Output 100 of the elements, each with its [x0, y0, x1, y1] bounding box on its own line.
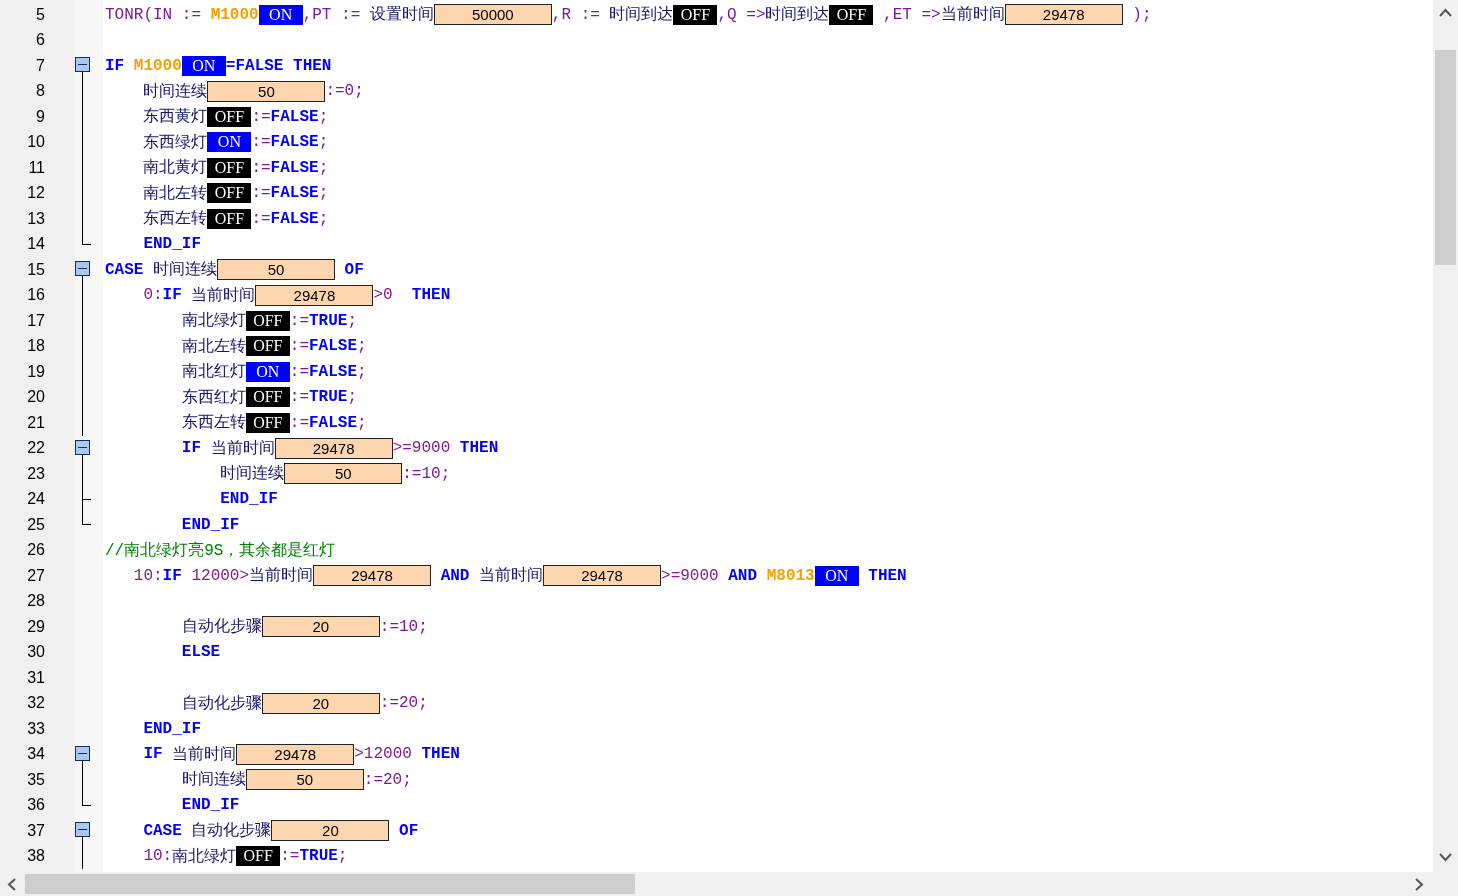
line-number: 32 [26, 694, 45, 713]
scroll-right-icon[interactable] [1415, 878, 1424, 891]
status-badge: OFF [245, 310, 290, 331]
collapse-icon[interactable] [75, 822, 90, 837]
code-text: 10: [142, 847, 173, 866]
variable-name: 东西红灯 [180, 387, 246, 408]
collapse-icon[interactable] [75, 57, 90, 72]
variable-name: 时间连续 [180, 770, 246, 791]
keyword: IF [180, 439, 202, 458]
variable-name: 东西左转 [180, 412, 246, 434]
status-badge: OFF [207, 208, 252, 229]
line-number: 28 [26, 592, 45, 611]
keyword: END_IF [219, 490, 278, 509]
keyword: ELSE [180, 643, 221, 662]
variable-name: 时间到达 [609, 5, 674, 26]
code-text: := [251, 133, 271, 152]
collapse-icon[interactable] [75, 745, 90, 761]
code-text: := [289, 413, 309, 432]
line-number: 5 [35, 5, 45, 24]
variable-name: 南北左转 [180, 336, 246, 357]
code-text: := [289, 311, 309, 330]
code-text: >=9000 [661, 566, 720, 585]
keyword: THEN [421, 745, 460, 764]
value-field: 50000 [433, 4, 552, 26]
code-text: ; [318, 209, 329, 228]
keyword: FALSE [309, 362, 358, 381]
keyword: END_IF [180, 515, 240, 534]
keyword: CASE [142, 821, 183, 840]
line-number: 18 [26, 337, 45, 356]
line-number: 29 [26, 617, 45, 636]
scroll-up-icon[interactable] [1439, 8, 1452, 17]
keyword: FALSE [270, 184, 319, 203]
code-text: :=10; [379, 617, 428, 636]
keyword: IF [162, 286, 183, 305]
variable-name: 自动化步骤 [180, 693, 262, 714]
code-text: ; [318, 184, 329, 203]
variable-name: 时间到达 [765, 5, 830, 26]
variable-name: 南北左转 [142, 183, 208, 204]
value-field: 50 [217, 259, 335, 281]
variable-name: 当前时间 [479, 566, 544, 587]
scrollbar-thumb[interactable] [1435, 50, 1456, 265]
value-field: 20 [271, 820, 390, 842]
scrollbar-thumb[interactable] [25, 874, 635, 894]
line-number: 31 [26, 668, 45, 687]
keyword: OF [343, 260, 364, 279]
variable-name: 自动化步骤 [180, 617, 262, 638]
line-number: 12 [26, 184, 45, 203]
line-number: 22 [26, 439, 45, 458]
collapse-icon[interactable] [75, 261, 90, 276]
variable-name: 南北红灯 [180, 362, 246, 383]
code-text: >0 [373, 286, 394, 305]
value-field: 50 [245, 769, 364, 791]
keyword: =FALSE THEN [225, 56, 332, 75]
code-text: ; [337, 847, 348, 866]
code-text: ; [347, 311, 358, 330]
status-badge: OFF [207, 157, 252, 178]
variable-name: 南北黄灯 [142, 158, 208, 179]
value-field: 29478 [274, 437, 393, 459]
keyword: IF [142, 745, 164, 764]
code-text: := [289, 388, 309, 407]
collapse-icon[interactable] [75, 439, 90, 455]
code-text: ,R := [551, 5, 601, 24]
status-badge: OFF [236, 846, 281, 867]
line-number: 9 [35, 107, 45, 126]
keyword: THEN [867, 566, 907, 585]
scroll-left-icon[interactable] [7, 878, 16, 891]
variable-name: 当前时间 [210, 438, 275, 459]
code-text: 0: [142, 286, 163, 305]
variable-name: 当前时间 [940, 5, 1005, 26]
scroll-down-icon[interactable] [1439, 853, 1452, 862]
vertical-scrollbar[interactable] [1433, 0, 1458, 896]
status-badge: OFF [673, 4, 718, 25]
variable-name: 当前时间 [191, 285, 256, 306]
line-number: 27 [26, 566, 45, 585]
line-number: 13 [26, 209, 45, 228]
code-text: ; [318, 107, 329, 126]
line-number: 20 [26, 388, 45, 407]
keyword: TRUE [299, 847, 338, 866]
variable-name: 时间连续 [142, 81, 208, 102]
line-number: 23 [26, 464, 45, 483]
line-number: 19 [26, 362, 45, 381]
code-text: := [251, 107, 271, 126]
line-number: 16 [26, 286, 45, 305]
code-text: ); [1131, 5, 1152, 24]
variable-name: 时间连续 [153, 260, 217, 281]
line-number: 33 [26, 719, 45, 738]
line-number: 24 [26, 490, 45, 509]
line-number: 35 [26, 770, 45, 789]
keyword: TRUE [309, 311, 348, 330]
value-field: 50 [207, 80, 326, 102]
value-field: 29478 [236, 743, 355, 765]
line-number: 11 [27, 158, 45, 177]
code-text: :=20; [363, 770, 412, 789]
horizontal-scrollbar[interactable] [0, 872, 1433, 896]
line-number: 7 [35, 56, 45, 75]
code-text: ,PT := [302, 5, 362, 24]
keyword: THEN [459, 439, 499, 458]
code-text: ; [357, 413, 367, 432]
memory-address: M8013 [766, 566, 815, 585]
code-text: ; [318, 158, 329, 177]
